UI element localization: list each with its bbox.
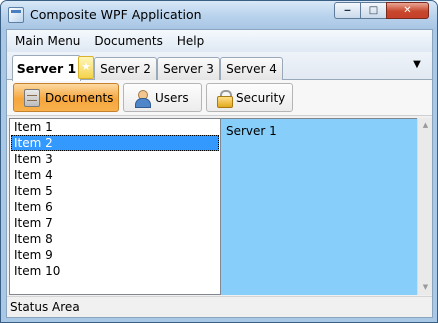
toolbar: Documents Users Security (7, 80, 432, 116)
chevron-down-icon: ▼ (413, 59, 421, 70)
menu-documents[interactable]: Documents (88, 30, 168, 52)
security-button-label: Security (236, 90, 286, 105)
list-item[interactable]: Item 1 (11, 119, 219, 135)
app-window: Composite WPF Application ‒ □ ✕ Main Men… (0, 0, 438, 323)
status-bar: Status Area (7, 296, 432, 317)
list-item[interactable]: Item 7 (11, 215, 219, 231)
detail-panel: Server 1 (221, 118, 417, 295)
window-title: Composite WPF Application (30, 7, 202, 22)
close-icon: ✕ (403, 5, 412, 16)
app-icon (8, 7, 24, 23)
database-icon (24, 88, 40, 107)
list-item[interactable]: Item 6 (11, 199, 219, 215)
menu-help[interactable]: Help (171, 30, 210, 52)
list-item[interactable]: Item 4 (11, 167, 219, 183)
minimize-button[interactable]: ‒ (334, 2, 360, 19)
close-button[interactable]: ✕ (386, 2, 429, 19)
scroll-up-icon[interactable]: ▲ (418, 118, 433, 133)
menu-main[interactable]: Main Menu (9, 30, 86, 52)
title-bar[interactable]: Composite WPF Application ‒ □ ✕ (1, 1, 437, 29)
tab-strip: Server 1 ★ Server 2 Server 3 Server 4 ▼ (7, 52, 432, 81)
tab-label: Server 3 (163, 62, 214, 76)
list-item[interactable]: Item 5 (11, 183, 219, 199)
users-icon (134, 89, 151, 108)
tab-dropdown-button[interactable]: ▼ (410, 59, 424, 73)
list-item[interactable]: Item 9 (11, 247, 219, 263)
maximize-button[interactable]: □ (360, 2, 386, 19)
users-button[interactable]: Users (123, 83, 202, 112)
tab-server-2[interactable]: Server 2 (94, 57, 157, 80)
documents-button[interactable]: Documents (13, 83, 119, 112)
tab-label: Server 2 (100, 62, 151, 76)
client-area: Main Menu Documents Help Server 1 ★ Serv… (6, 29, 433, 318)
tab-label: Server 4 (226, 62, 277, 76)
users-button-label: Users (155, 90, 189, 105)
tab-server-1[interactable]: Server 1 (12, 55, 81, 81)
menu-bar: Main Menu Documents Help (7, 30, 432, 52)
list-item[interactable]: Item 3 (11, 151, 219, 167)
caption-buttons: ‒ □ ✕ (334, 2, 429, 19)
tab-server-3[interactable]: Server 3 (157, 57, 220, 80)
tab-label: Server 1 (16, 61, 77, 76)
minimize-icon: ‒ (344, 5, 351, 16)
vertical-scrollbar[interactable]: ▲ ▼ (417, 118, 432, 295)
list-item[interactable]: Item 8 (11, 231, 219, 247)
lock-icon (217, 89, 233, 108)
status-text: Status Area (10, 300, 80, 314)
detail-text: Server 1 (226, 124, 277, 138)
list-item[interactable]: Item 10 (11, 263, 219, 279)
tab-server-4[interactable]: Server 4 (220, 57, 283, 80)
list-item-selected[interactable]: Item 2 (11, 135, 219, 151)
star-icon: ★ (78, 56, 94, 79)
item-list[interactable]: Item 1 Item 2 Item 3 Item 4 Item 5 Item … (9, 118, 221, 295)
documents-button-label: Documents (45, 90, 114, 105)
security-button[interactable]: Security (206, 83, 293, 112)
scroll-down-icon[interactable]: ▼ (418, 280, 433, 295)
maximize-icon: □ (368, 5, 379, 16)
